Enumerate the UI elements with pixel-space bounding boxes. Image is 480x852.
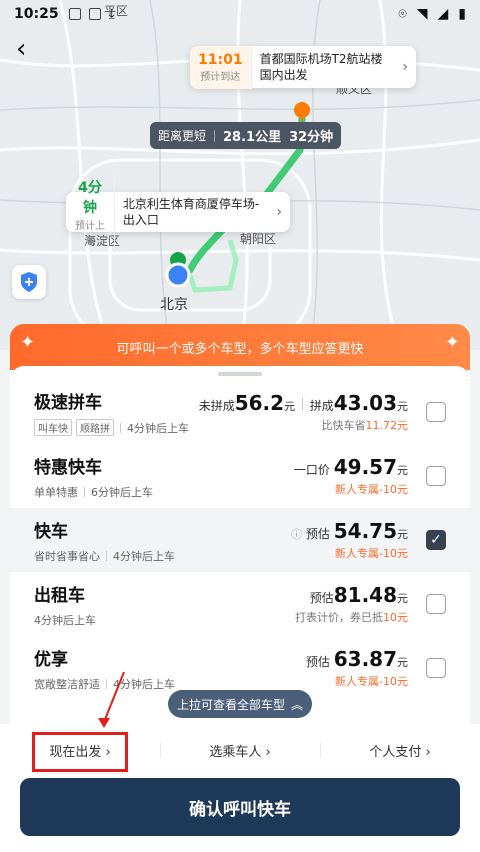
car-desc: 宽敞整洁舒适 xyxy=(34,677,100,691)
pickup-time: 4分钟 xyxy=(78,180,102,216)
notification-icon xyxy=(68,8,81,20)
signal-icon: ◢ xyxy=(437,6,449,22)
car-name: 出租车 xyxy=(34,585,85,606)
wifi-icon: ◥ xyxy=(416,6,428,22)
price-value: 43.03 xyxy=(333,391,397,415)
car-name: 优享 xyxy=(34,649,68,670)
car-checkbox-checked[interactable]: ✓ xyxy=(426,530,446,550)
car-checkbox[interactable] xyxy=(426,658,446,678)
car-checkbox[interactable] xyxy=(426,594,446,614)
price-note: 新人专属-10元 xyxy=(335,483,408,496)
safety-shield-button[interactable] xyxy=(12,265,46,299)
sparkle-icon: ✦ xyxy=(20,332,36,353)
view-all-cars-button[interactable]: 上拉可查看全部车型 ︽ xyxy=(168,690,312,718)
car-checkbox[interactable] xyxy=(426,466,446,486)
status-bar: 10:25 ⤓ ⌾ ◥ ◢ ▮ xyxy=(0,0,480,28)
price-note: 新人专属-10元 xyxy=(335,547,408,560)
status-time: 10:25 xyxy=(14,6,59,22)
annotation-arrow xyxy=(98,671,125,728)
car-row-special-express[interactable]: 特惠快车 单单特惠 6分钟后上车 一口价 49.57元 新人专属-10元 xyxy=(10,444,470,508)
chevron-right-icon: › xyxy=(402,59,408,75)
pullup-text: 上拉可查看全部车型 xyxy=(176,697,285,712)
banner-text: 可呼叫一个或多个车型，多个车型应答更快 xyxy=(116,341,364,357)
destination-text: 首都国际机场T2航站楼国内出发 xyxy=(259,52,383,82)
choose-passenger-option[interactable]: 选乘车人 › xyxy=(160,741,320,760)
sparkle-icon: ✦ xyxy=(444,332,460,353)
shield-icon xyxy=(21,272,37,292)
duration-value: 32分钟 xyxy=(289,130,334,145)
arrival-label: 预计到达 xyxy=(200,71,241,83)
distance-label: 距离更短 xyxy=(158,129,207,143)
annotation-highlight-box xyxy=(32,732,128,772)
car-desc: 单单特惠 xyxy=(34,485,78,499)
info-icon[interactable]: ⓘ xyxy=(291,528,302,541)
check-icon: ✓ xyxy=(430,532,442,548)
price-value: 54.75 xyxy=(333,519,397,543)
price-prefix: 拼成 xyxy=(309,399,334,413)
car-row-express-pool[interactable]: 极速拼车 叫车快 顺路拼 4分钟后上车 未拼成56.2元 拼成43.03元 比快… xyxy=(10,380,470,444)
car-eta: 4分钟后上车 xyxy=(34,613,96,627)
pickup-text: 北京利生体育商厦停车场-出入口 xyxy=(122,197,260,227)
arrival-time: 11:01 xyxy=(198,51,243,68)
image-icon xyxy=(88,8,101,20)
car-tag: 顺路拼 xyxy=(76,419,114,436)
distance-tag: 距离更短 28.1公里 32分钟 xyxy=(150,122,342,149)
download-icon: ⤓ xyxy=(108,6,115,22)
car-name: 特惠快车 xyxy=(34,457,102,478)
car-name: 极速拼车 xyxy=(34,393,102,413)
car-row-taxi[interactable]: 出租车 4分钟后上车 预估81.48元 打表计价，券已抵10元 xyxy=(10,572,470,636)
car-name: 快车 xyxy=(34,521,68,542)
price-value: 49.57 xyxy=(333,455,397,479)
distance-value: 28.1公里 xyxy=(223,130,282,145)
pickup-bubble[interactable]: 4分钟 预计上车 北京利生体育商厦停车场-出入口 › xyxy=(66,171,290,253)
car-eta: 6分钟后上车 xyxy=(91,485,153,499)
back-button[interactable]: ‹ xyxy=(16,34,26,64)
price-note: 新人专属-10元 xyxy=(335,675,408,688)
price-value: 63.87 xyxy=(333,647,397,671)
battery-icon: ▮ xyxy=(458,6,466,22)
chevron-right-icon: › xyxy=(276,204,282,220)
car-checkbox[interactable] xyxy=(426,402,446,422)
chevron-up-icon: ︽ xyxy=(291,697,304,712)
chevron-right-icon: › xyxy=(265,744,271,760)
destination-bubble[interactable]: 11:01 预计到达 首都国际机场T2航站楼国内出发 › xyxy=(190,45,416,89)
location-icon: ⌾ xyxy=(398,6,407,22)
car-eta: 4分钟后上车 xyxy=(127,421,189,435)
price-value: 56.2 xyxy=(234,391,285,415)
car-type-sheet[interactable]: 极速拼车 叫车快 顺路拼 4分钟后上车 未拼成56.2元 拼成43.03元 比快… xyxy=(10,366,470,724)
pickup-label: 预计上车 xyxy=(74,221,105,247)
map-label-beijing: 北京 xyxy=(160,297,188,313)
chevron-right-icon: › xyxy=(425,744,431,760)
car-desc: 省时省事省心 xyxy=(34,549,100,563)
price-prefix: 未拼成 xyxy=(198,399,235,413)
car-eta: 4分钟后上车 xyxy=(113,549,175,563)
payment-option[interactable]: 个人支付 › xyxy=(320,741,480,760)
confirm-call-button[interactable]: 确认呼叫快车 xyxy=(20,778,460,836)
car-tag: 叫车快 xyxy=(34,419,72,436)
car-row-express[interactable]: 快车 省时省事省心 4分钟后上车 ⓘ 预估 54.75元 新人专属-10元 ✓ xyxy=(10,508,470,572)
price-value: 81.48 xyxy=(333,583,397,607)
promo-banner: ✦ 可呼叫一个或多个车型，多个车型应答更快 ✦ xyxy=(10,324,470,370)
drag-handle[interactable] xyxy=(218,372,262,376)
